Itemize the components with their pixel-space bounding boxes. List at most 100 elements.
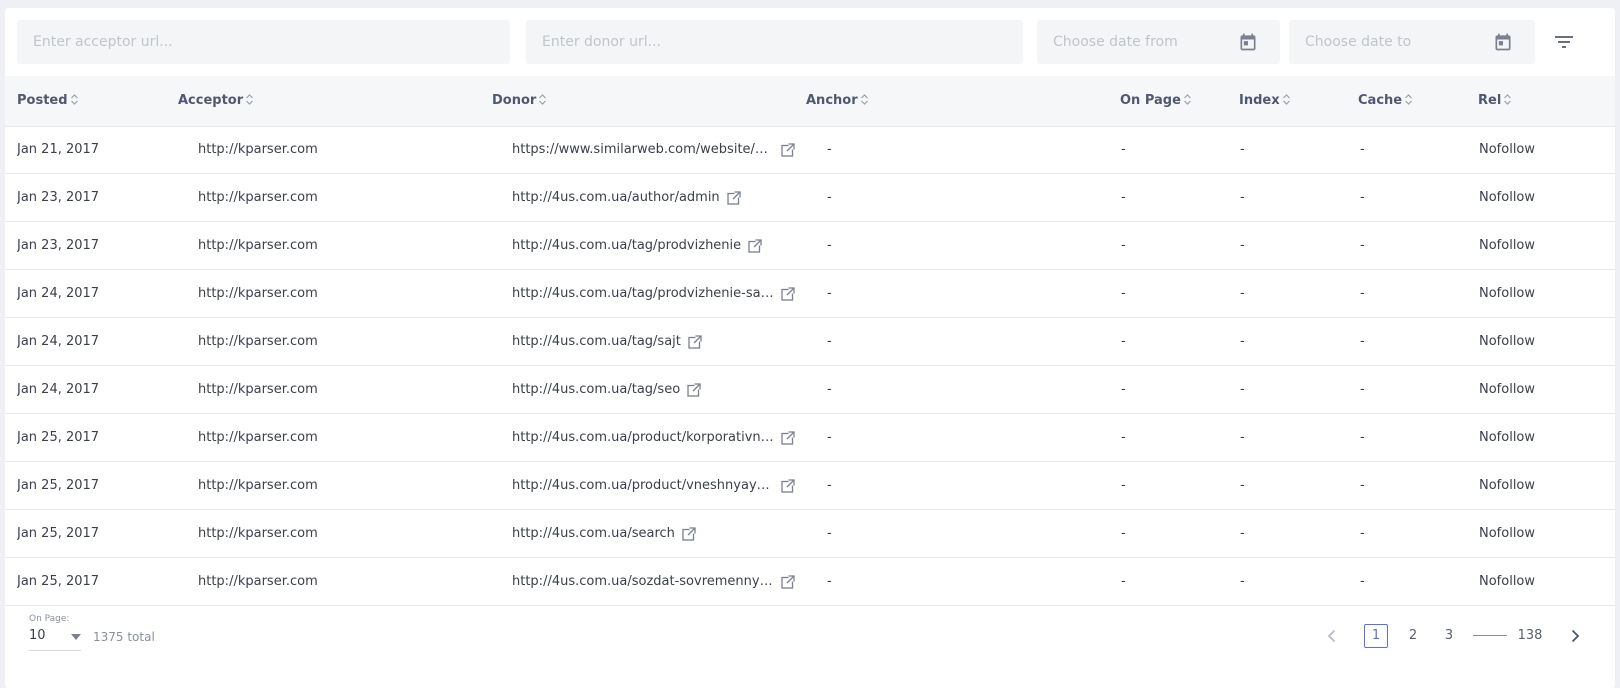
date-from-field[interactable] [1037, 20, 1280, 64]
cell-cache: - [1360, 190, 1365, 205]
table-row: Jan 23, 2017 http://kparser.com http://4us… [5, 222, 1615, 270]
sort-icon[interactable] [1504, 94, 1512, 105]
table-row: Jan 23, 2017 http://kparser.com http://4us… [5, 174, 1615, 222]
external-link-icon[interactable] [682, 527, 696, 541]
external-link-icon[interactable] [727, 191, 741, 205]
donor-link[interactable]: https://www.similarweb.com/website/niels… [512, 126, 774, 174]
cell-index: - [1240, 286, 1245, 301]
page-button-2[interactable]: 2 [1401, 624, 1425, 648]
sort-icon[interactable] [246, 94, 254, 105]
donor-link[interactable]: http://4us.com.ua/product/vneshnyaya-op.… [512, 462, 774, 510]
cell-donor: https://www.similarweb.com/website/niels… [512, 126, 795, 174]
external-link-icon[interactable] [781, 143, 795, 157]
sort-icon[interactable] [860, 94, 868, 105]
sort-icon[interactable] [1405, 94, 1413, 105]
column-header-rel[interactable]: Rel [1478, 76, 1512, 126]
external-link-icon[interactable] [688, 335, 702, 349]
column-header-posted[interactable]: Posted [17, 76, 78, 126]
cell-anchor: - [827, 478, 832, 493]
cell-acceptor[interactable]: http://kparser.com [198, 222, 318, 270]
on-page-select[interactable]: 10 [29, 624, 81, 651]
cell-acceptor[interactable]: http://kparser.com [198, 174, 318, 222]
total-count: 1375 total [93, 630, 155, 644]
cell-acceptor[interactable]: http://kparser.com [198, 126, 318, 174]
sort-icon[interactable] [70, 94, 78, 105]
donor-link[interactable]: http://4us.com.ua/product/korporativnyj-… [512, 414, 774, 462]
caret-down-icon [71, 634, 81, 640]
column-header-acceptor[interactable]: Acceptor [178, 76, 254, 126]
acceptor-url-field[interactable] [17, 20, 510, 64]
cell-posted: Jan 24, 2017 [17, 286, 100, 301]
cell-index: - [1240, 526, 1245, 541]
cell-anchor: - [827, 286, 832, 301]
sort-icon[interactable] [539, 94, 547, 105]
cell-index: - [1240, 430, 1245, 445]
cell-posted: Jan 25, 2017 [17, 526, 100, 541]
external-link-icon[interactable] [781, 431, 795, 445]
cell-acceptor[interactable]: http://kparser.com [198, 558, 318, 606]
pagination-ellipsis[interactable] [1473, 635, 1507, 636]
cell-anchor: - [827, 142, 832, 157]
external-link-icon[interactable] [748, 239, 763, 253]
external-link-icon[interactable] [687, 383, 702, 397]
donor-url-input[interactable] [526, 20, 1023, 64]
donor-link[interactable]: http://4us.com.ua/tag/seo [512, 366, 680, 414]
cell-acceptor[interactable]: http://kparser.com [198, 318, 318, 366]
donor-url-field[interactable] [526, 20, 1023, 64]
column-header-label: Posted [17, 93, 68, 108]
cell-acceptor[interactable]: http://kparser.com [198, 414, 318, 462]
external-link-icon[interactable] [781, 287, 795, 301]
column-header-on-page[interactable]: On Page [1120, 76, 1191, 126]
donor-link[interactable]: http://4us.com.ua/sozdat-sovremennyj-saj… [512, 558, 774, 606]
cell-acceptor[interactable]: http://kparser.com [198, 366, 318, 414]
page-button-3[interactable]: 3 [1437, 624, 1461, 648]
cell-acceptor[interactable]: http://kparser.com [198, 510, 318, 558]
cell-rel: Nofollow [1479, 238, 1536, 253]
table-row: Jan 25, 2017 http://kparser.com http://4us… [5, 414, 1615, 462]
donor-link[interactable]: http://4us.com.ua/author/admin [512, 174, 720, 222]
cell-index: - [1240, 142, 1245, 157]
donor-link[interactable]: http://4us.com.ua/tag/prodvizhenie-sajta [512, 270, 774, 318]
column-header-anchor[interactable]: Anchor [806, 76, 868, 126]
column-header-label: Donor [492, 93, 537, 108]
acceptor-url-input[interactable] [17, 20, 510, 64]
cell-rel: Nofollow [1479, 526, 1536, 541]
column-header-label: Rel [1478, 93, 1502, 108]
next-page-icon[interactable] [1567, 628, 1583, 644]
cell-donor: http://4us.com.ua/search [512, 510, 696, 558]
column-header-donor[interactable]: Donor [492, 76, 547, 126]
page-button-1[interactable]: 1 [1364, 624, 1388, 648]
cell-cache: - [1360, 574, 1365, 589]
cell-index: - [1240, 574, 1245, 589]
donor-link[interactable]: http://4us.com.ua/tag/sajt [512, 318, 681, 366]
cell-on-page: - [1121, 286, 1126, 301]
cell-acceptor[interactable]: http://kparser.com [198, 462, 318, 510]
cell-acceptor[interactable]: http://kparser.com [198, 270, 318, 318]
calendar-icon[interactable] [1238, 32, 1258, 52]
sort-icon[interactable] [1183, 94, 1191, 105]
calendar-icon[interactable] [1493, 32, 1513, 52]
cell-posted: Jan 23, 2017 [17, 190, 100, 205]
column-header-cache[interactable]: Cache [1358, 76, 1413, 126]
external-link-icon[interactable] [781, 479, 795, 493]
date-to-field[interactable] [1289, 20, 1535, 64]
filter-list-icon[interactable] [1552, 30, 1576, 54]
on-page-value: 10 [29, 628, 46, 643]
column-header-index[interactable]: Index [1239, 76, 1290, 126]
table-body: Jan 21, 2017 http://kparser.com https://ww… [5, 126, 1615, 606]
page-button-last[interactable]: 138 [1513, 624, 1547, 648]
cell-on-page: - [1121, 574, 1126, 589]
cell-cache: - [1360, 286, 1365, 301]
cell-donor: http://4us.com.ua/tag/seo [512, 366, 702, 414]
sort-icon[interactable] [1282, 94, 1290, 105]
donor-link[interactable]: http://4us.com.ua/search [512, 510, 675, 558]
cell-rel: Nofollow [1479, 430, 1536, 445]
cell-rel: Nofollow [1479, 334, 1536, 349]
prev-page-icon[interactable] [1324, 628, 1340, 644]
on-page-label: On Page: [29, 614, 70, 624]
external-link-icon[interactable] [781, 575, 795, 589]
cell-cache: - [1360, 526, 1365, 541]
column-header-label: Index [1239, 93, 1280, 108]
table-header: Posted Acceptor Donor Anchor On Page Ind… [5, 76, 1615, 127]
donor-link[interactable]: http://4us.com.ua/tag/prodvizhenie [512, 222, 741, 270]
